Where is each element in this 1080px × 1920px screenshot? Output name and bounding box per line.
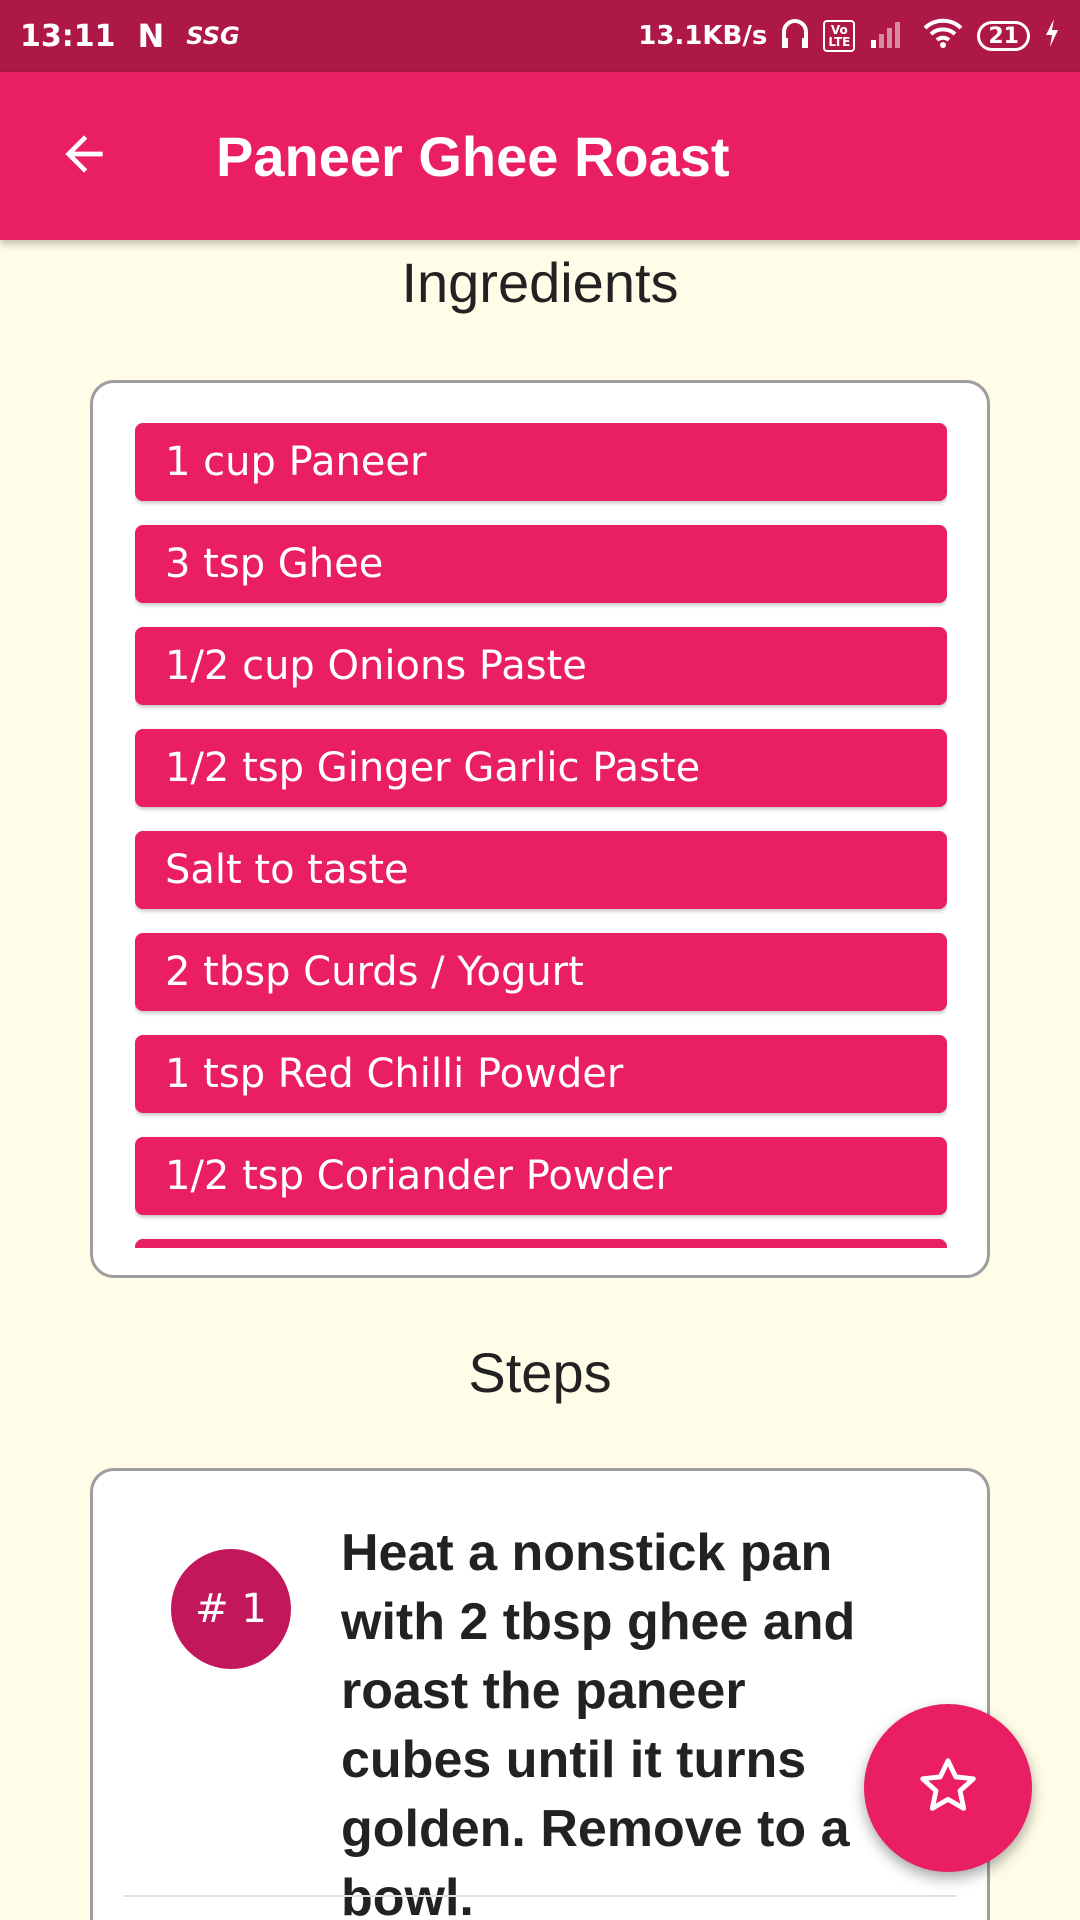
battery-icon: 21	[977, 21, 1030, 51]
step-divider	[123, 1895, 957, 1897]
battery-level: 21	[988, 23, 1019, 49]
list-item[interactable]: 1/2 cup Onions Paste	[135, 627, 947, 705]
list-item[interactable]: 1 cup Paneer	[135, 423, 947, 501]
list-item[interactable]: 2 tbsp Curds / Yogurt	[135, 933, 947, 1011]
favorite-fab-button[interactable]	[864, 1704, 1032, 1872]
notification-n-icon: N	[137, 17, 165, 55]
status-bar: 13:11 N SSG 13.1KB/s Vo LTE 21	[0, 0, 1080, 72]
page-title: Paneer Ghee Roast	[216, 124, 730, 188]
list-item[interactable]: 1/2 tsp Ginger Garlic Paste	[135, 729, 947, 807]
steps-heading: Steps	[468, 1341, 612, 1404]
headphones-icon	[781, 18, 809, 55]
list-item[interactable]: 1 tsp Red Chilli Powder	[135, 1035, 947, 1113]
volte-icon: Vo LTE	[823, 20, 856, 52]
arrow-left-icon	[56, 126, 112, 187]
status-time: 13:11	[20, 18, 116, 54]
list-item[interactable]: Salt to taste	[135, 831, 947, 909]
star-outline-icon	[916, 1754, 980, 1823]
steps-card: # 1 Heat a nonstick pan with 2 tbsp ghee…	[90, 1468, 990, 1920]
list-item[interactable]: 3 tsp Ghee	[135, 525, 947, 603]
charging-icon	[1044, 18, 1060, 54]
network-badge: SSG	[186, 22, 240, 50]
step-text: Heat a nonstick pan with 2 tbsp ghee and…	[341, 1524, 856, 1920]
wifi-icon	[923, 18, 963, 55]
back-button[interactable]	[24, 96, 144, 216]
step-number-badge: # 1	[171, 1549, 291, 1669]
ingredients-heading: Ingredients	[401, 251, 679, 314]
ingredients-card[interactable]: 1 cup Paneer 3 tsp Ghee 1/2 cup Onions P…	[90, 380, 990, 1278]
signal-icon	[869, 18, 909, 55]
ingredient-list[interactable]: 1 cup Paneer 3 tsp Ghee 1/2 cup Onions P…	[135, 423, 947, 1248]
list-item[interactable]	[135, 1239, 947, 1248]
network-speed: 13.1KB/s	[638, 21, 768, 51]
list-item[interactable]: 1/2 tsp Coriander Powder	[135, 1137, 947, 1215]
app-bar: Paneer Ghee Roast	[0, 72, 1080, 240]
